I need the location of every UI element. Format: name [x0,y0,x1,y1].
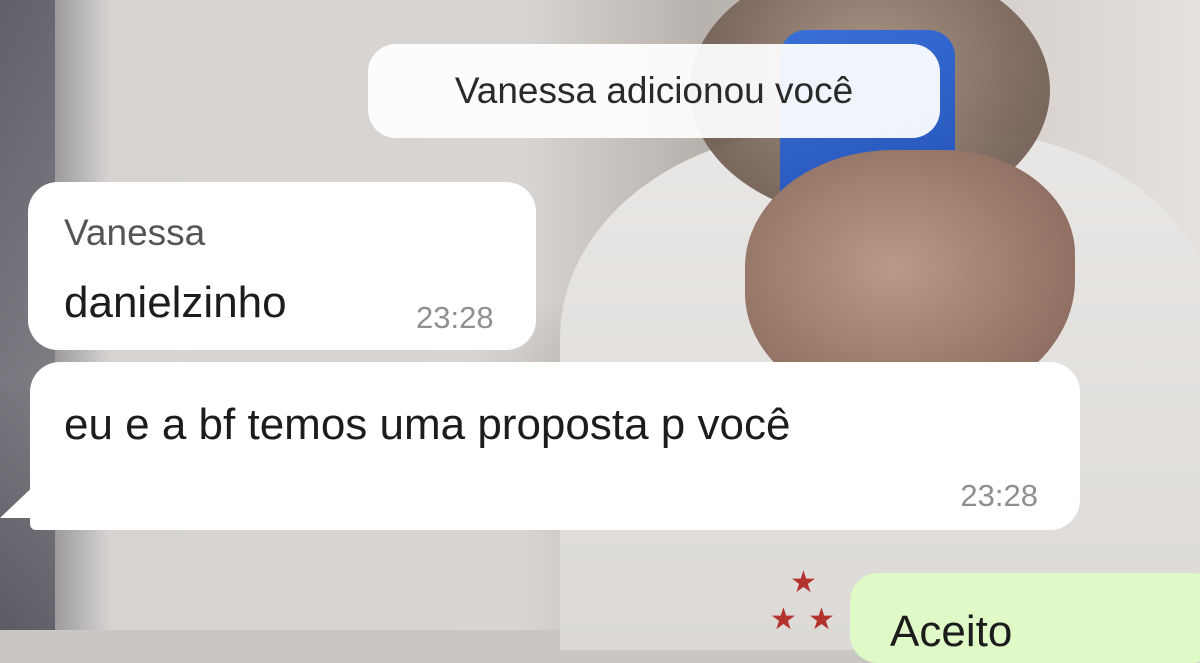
message-sender: Vanessa [64,212,206,253]
message-bubble-incoming[interactable]: Vanessa danielzinho 23:28 [28,182,536,350]
wallpaper-star: ★ [808,603,835,636]
system-message: Vanessa adicionou você [368,44,940,138]
system-message-text: Vanessa adicionou você [454,70,854,111]
wallpaper-star: ★ [790,566,817,599]
message-bubble-outgoing[interactable]: Aceito [850,573,1200,663]
wallpaper-star: ★ [770,603,797,636]
message-bubble-incoming[interactable]: eu e a bf temos uma proposta p você 23:2… [30,362,1080,530]
message-timestamp: 23:28 [416,300,494,335]
message-text: eu e a bf temos uma proposta p você [64,400,791,449]
message-timestamp: 23:28 [960,478,1038,513]
message-text: danielzinho [64,278,287,327]
message-text: Aceito [890,607,1013,656]
